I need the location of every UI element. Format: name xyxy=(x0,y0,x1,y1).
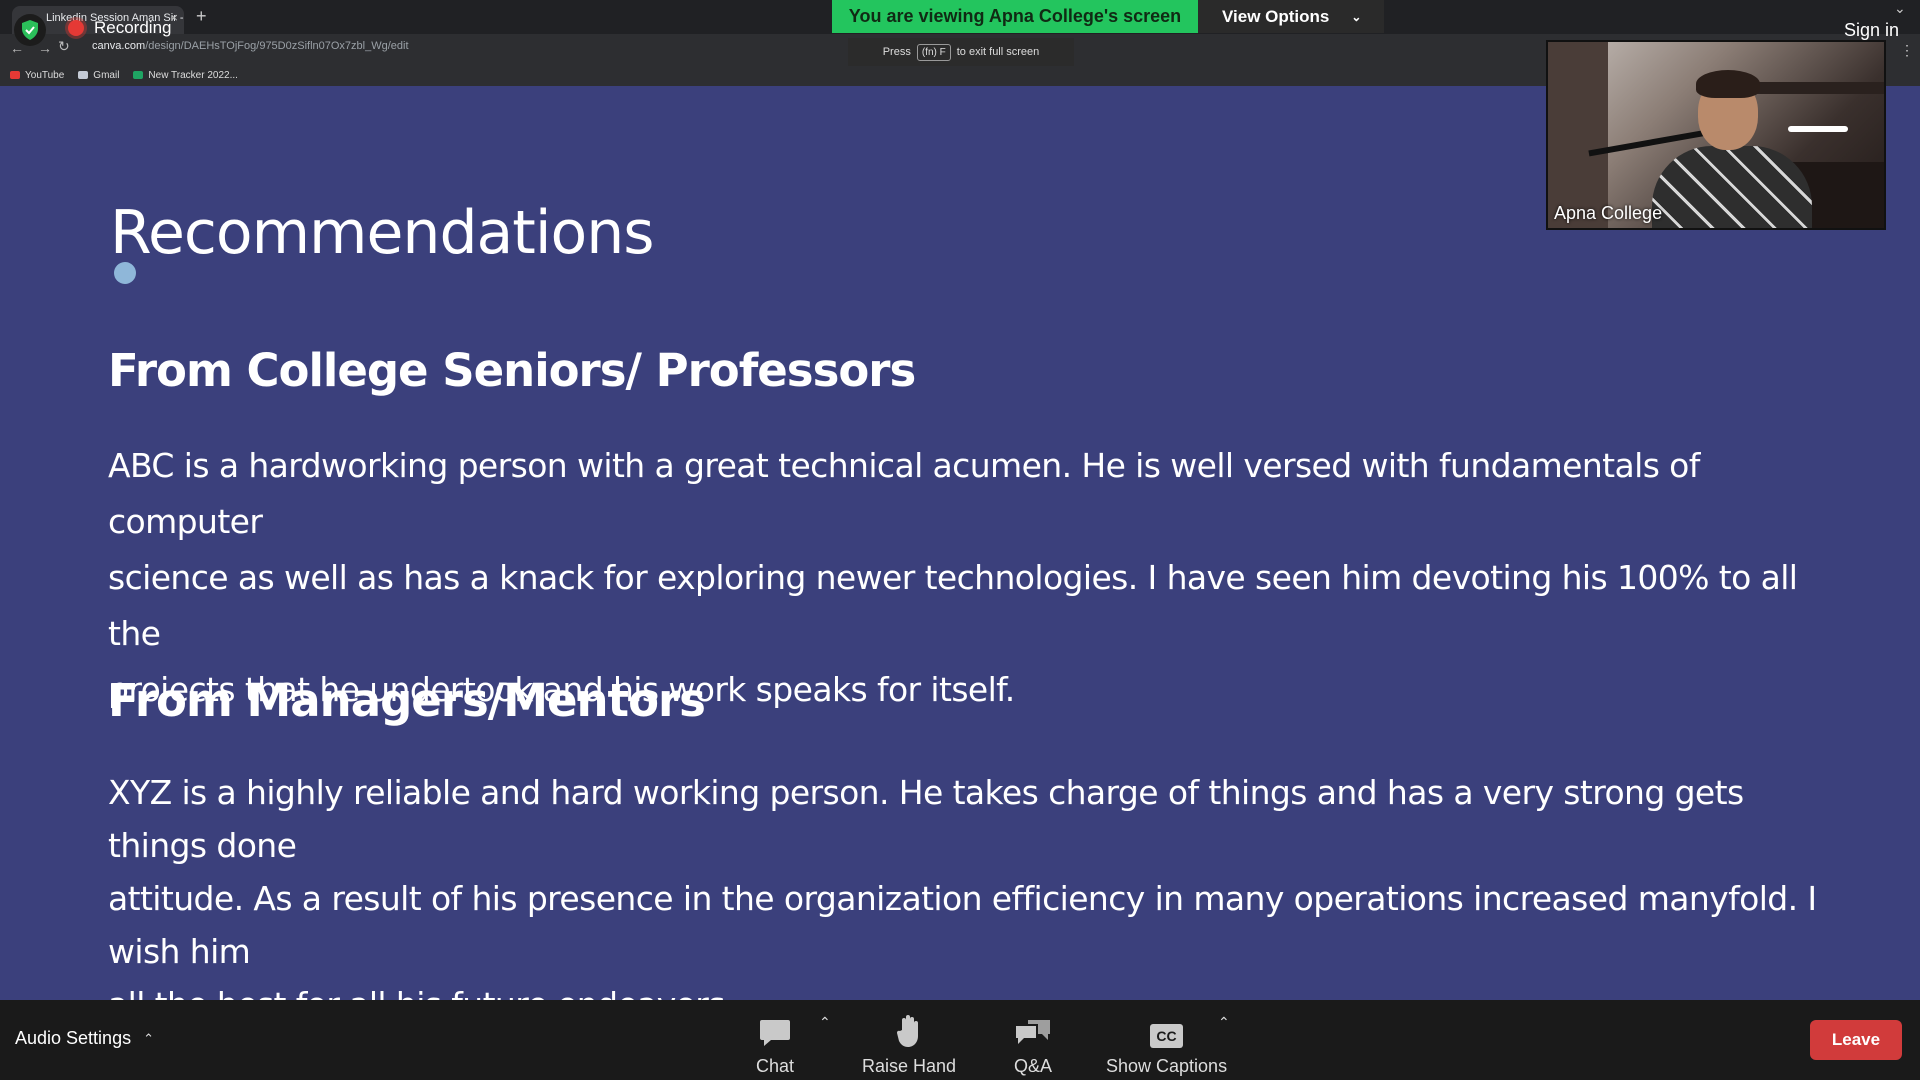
bookmark-tracker[interactable]: New Tracker 2022... xyxy=(133,70,238,81)
participant-video-tile[interactable]: Apna College xyxy=(1546,40,1886,230)
hint-rest-text: to exit full screen xyxy=(956,46,1040,58)
raise-hand-button[interactable]: Raise Hand xyxy=(862,1010,956,1077)
chat-icon xyxy=(759,1010,791,1048)
participant-name: Apna College xyxy=(1554,203,1663,223)
bookshelf xyxy=(1548,42,1608,228)
chat-button[interactable]: Chat xyxy=(756,1010,794,1077)
cc-text: CC xyxy=(1150,1024,1183,1048)
view-options-label: View Options xyxy=(1222,6,1330,26)
shield-icon xyxy=(14,14,46,46)
section-heading-seniors: From College Seniors/ Professors xyxy=(108,344,916,397)
chat-label: Chat xyxy=(756,1056,795,1076)
show-captions-label: Show Captions xyxy=(1106,1056,1228,1076)
more-menu-icon[interactable]: ⋮ xyxy=(1900,42,1914,59)
slide-title: Recommendations xyxy=(110,198,654,268)
hint-press-text: Press xyxy=(882,46,911,58)
hint-key: (fn) F xyxy=(916,43,951,61)
qa-icon xyxy=(1014,1010,1052,1048)
raise-hand-label: Raise Hand xyxy=(862,1056,957,1076)
qa-label: Q&A xyxy=(1014,1056,1053,1076)
caret-up-icon[interactable]: ⌃ xyxy=(819,1014,831,1031)
bookmarks-bar: YouTube Gmail New Tracker 2022... xyxy=(0,66,238,84)
url-host: canva.com xyxy=(92,40,146,52)
qa-button[interactable]: Q&A xyxy=(1014,1010,1052,1077)
meeting-toolbar: Audio Settings ⌃ Chat ⌃ Raise Hand Q&A C… xyxy=(0,1000,1920,1080)
recording-label: Recording xyxy=(94,18,172,37)
caret-up-icon[interactable]: ⌃ xyxy=(1218,1014,1230,1031)
closed-captions-icon: CC xyxy=(1150,1010,1183,1048)
sign-in-link[interactable]: Sign in xyxy=(1844,20,1899,41)
view-options-button[interactable]: View Options ⌄ xyxy=(1198,0,1384,33)
recording-indicator: Recording xyxy=(68,18,172,38)
viewing-screen-banner: You are viewing Apna College's screen xyxy=(832,0,1198,33)
sheets-icon xyxy=(133,71,144,79)
tab-close-icon[interactable]: × xyxy=(170,6,178,30)
caret-up-icon[interactable]: ⌃ xyxy=(143,1031,154,1047)
leave-button[interactable]: Leave xyxy=(1810,1020,1902,1060)
audio-settings-button[interactable]: Audio Settings ⌃ xyxy=(15,1028,154,1049)
paragraph-line: ABC is a hardworking person with a great… xyxy=(108,446,1700,541)
reload-icon[interactable]: ↻ xyxy=(58,38,70,55)
new-tab-button[interactable]: + xyxy=(196,6,207,27)
bullet-dot xyxy=(114,262,136,284)
paragraph-line: science as well as has a knack for explo… xyxy=(108,558,1798,653)
bookmark-youtube[interactable]: YouTube xyxy=(10,70,64,81)
fullscreen-hint: Press (fn) F to exit full screen xyxy=(848,38,1074,66)
recommendation-text-managers: XYZ is a highly reliable and hard workin… xyxy=(108,766,1828,1031)
url-path: /design/DAEHsTOjFog/975D0zSifln07Ox7zbl_… xyxy=(145,40,409,52)
person-body xyxy=(1652,146,1812,228)
chevron-down-icon: ⌄ xyxy=(1351,9,1362,24)
paragraph-line: attitude. As a result of his presence in… xyxy=(108,879,1817,971)
person-hair xyxy=(1696,70,1760,98)
address-bar[interactable]: canva.com/design/DAEHsTOjFog/975D0zSifln… xyxy=(92,40,409,52)
paragraph-line: XYZ is a highly reliable and hard workin… xyxy=(108,773,1744,865)
youtube-icon xyxy=(10,71,20,79)
gmail-icon xyxy=(78,71,89,79)
record-dot-icon xyxy=(68,20,84,36)
chevron-down-icon[interactable]: ⌄ xyxy=(1894,0,1906,17)
show-captions-button[interactable]: CC Show Captions xyxy=(1106,1010,1227,1077)
light-strip xyxy=(1788,126,1848,132)
shelf xyxy=(1748,82,1884,94)
section-heading-managers: From Managers/Mentors xyxy=(108,674,706,727)
hand-icon xyxy=(896,1010,922,1048)
bookmark-gmail[interactable]: Gmail xyxy=(78,70,119,81)
audio-settings-label: Audio Settings xyxy=(15,1028,132,1048)
